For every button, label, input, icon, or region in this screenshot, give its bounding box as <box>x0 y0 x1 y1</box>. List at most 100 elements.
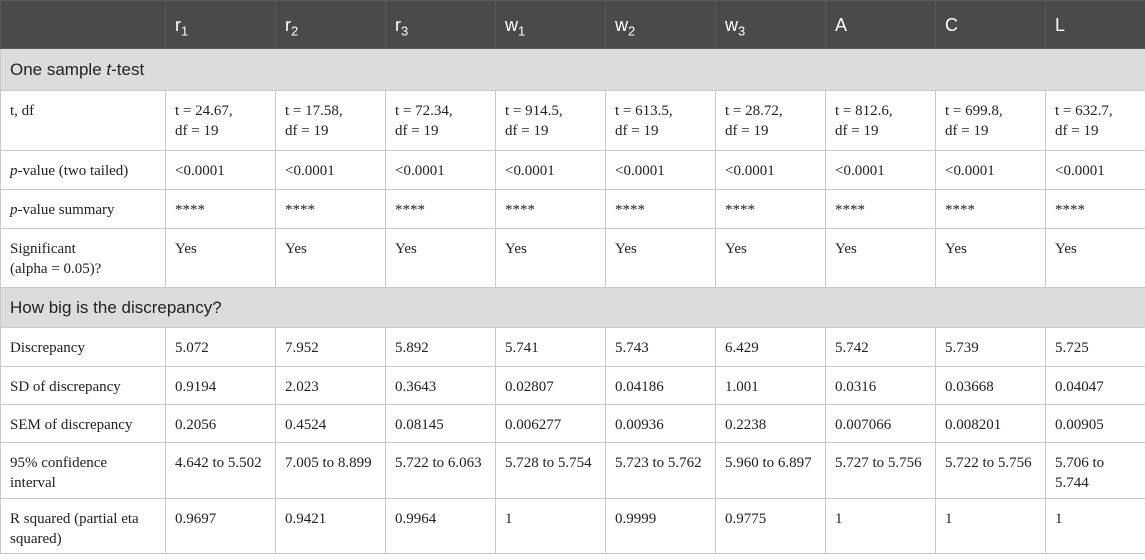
table-cell: 0.08145 <box>385 404 496 443</box>
table-cell: 0.9999 <box>605 498 716 554</box>
results-table: r1 r2 r3 w1 w2 w3 A C L One sample t-tes… <box>0 0 1145 554</box>
table-cell: 0.9964 <box>385 498 496 554</box>
table-cell: <0.0001 <box>385 150 496 190</box>
header-col: A <box>825 0 936 49</box>
table-cell: t = 72.34, df = 19 <box>385 90 496 151</box>
table-cell: 5.072 <box>165 327 276 367</box>
header-col: r2 <box>275 0 386 49</box>
table-cell: <0.0001 <box>275 150 386 190</box>
table-cell: Yes <box>385 228 496 288</box>
table-cell: t = 28.72, df = 19 <box>715 90 826 151</box>
table-row: p-value (two tailed) <0.0001 <0.0001 <0.… <box>0 150 1145 190</box>
table-cell: 5.728 to 5.754 <box>495 442 606 499</box>
table-cell: Yes <box>1045 228 1145 288</box>
table-cell: 5.739 <box>935 327 1046 367</box>
table-cell: <0.0001 <box>825 150 936 190</box>
table-cell: Yes <box>275 228 386 288</box>
table-cell: 5.960 to 6.897 <box>715 442 826 499</box>
table-cell: 0.4524 <box>275 404 386 443</box>
table-cell: <0.0001 <box>165 150 276 190</box>
table-cell: 1 <box>935 498 1046 554</box>
table-row: t, df t = 24.67, df = 19 t = 17.58, df = 1… <box>0 90 1145 151</box>
table-cell: 7.005 to 8.899 <box>275 442 386 499</box>
table-cell: 5.727 to 5.756 <box>825 442 936 499</box>
table-cell: 0.9194 <box>165 366 276 405</box>
table-cell: <0.0001 <box>1045 150 1145 190</box>
table-row: SD of discrepancy 0.9194 2.023 0.3643 0.… <box>0 366 1145 405</box>
header-col: r1 <box>165 0 276 49</box>
table-cell: **** <box>1045 189 1145 229</box>
table-cell: <0.0001 <box>935 150 1046 190</box>
table-cell: <0.0001 <box>605 150 716 190</box>
table-cell: 2.023 <box>275 366 386 405</box>
row-label: p-value (two tailed) <box>0 150 166 190</box>
table-cell: 1 <box>495 498 606 554</box>
table-cell: **** <box>825 189 936 229</box>
table-cell: 0.006277 <box>495 404 606 443</box>
table-cell: 0.3643 <box>385 366 496 405</box>
table-row: Significant (alpha = 0.05)? Yes Yes Yes Y… <box>0 228 1145 288</box>
row-label: SD of discrepancy <box>0 366 166 405</box>
table-cell: 0.00905 <box>1045 404 1145 443</box>
table-cell: 5.741 <box>495 327 606 367</box>
table-row: 95% confidence interval 4.642 to 5.502 7.… <box>0 442 1145 499</box>
table-cell: Yes <box>605 228 716 288</box>
table-cell: t = 632.7, df = 19 <box>1045 90 1145 151</box>
table-cell: **** <box>605 189 716 229</box>
header-col: r3 <box>385 0 496 49</box>
row-label: t, df <box>0 90 166 151</box>
header-col: w3 <box>715 0 826 49</box>
table-cell: 5.743 <box>605 327 716 367</box>
row-label: Significant (alpha = 0.05)? <box>0 228 166 288</box>
table-cell: t = 24.67, df = 19 <box>165 90 276 151</box>
table-cell: 0.9421 <box>275 498 386 554</box>
header-col: w2 <box>605 0 716 49</box>
table-cell: Yes <box>495 228 606 288</box>
table-cell: 5.725 <box>1045 327 1145 367</box>
table-cell: 5.706 to 5.744 <box>1045 442 1145 499</box>
table-cell: 0.03668 <box>935 366 1046 405</box>
table-cell: 0.02807 <box>495 366 606 405</box>
table-cell: **** <box>275 189 386 229</box>
header-col: L <box>1045 0 1145 49</box>
table-cell: 7.952 <box>275 327 386 367</box>
table-cell: **** <box>385 189 496 229</box>
table-cell: 0.04186 <box>605 366 716 405</box>
table-cell: **** <box>935 189 1046 229</box>
table-cell: 0.0316 <box>825 366 936 405</box>
table-cell: 0.2238 <box>715 404 826 443</box>
table-cell: 5.722 to 6.063 <box>385 442 496 499</box>
header-col: w1 <box>495 0 606 49</box>
table-row: SEM of discrepancy 0.2056 0.4524 0.08145… <box>0 404 1145 443</box>
table-cell: **** <box>495 189 606 229</box>
section-heading: One sample t-test <box>0 48 1145 91</box>
header-corner <box>0 0 166 49</box>
table-row: R squared (partial eta squared) 0.9697 0.… <box>0 498 1145 554</box>
row-label: p-value summary <box>0 189 166 229</box>
table-cell: 0.00936 <box>605 404 716 443</box>
table-cell: t = 17.58, df = 19 <box>275 90 386 151</box>
table-cell: Yes <box>715 228 826 288</box>
table-cell: Yes <box>165 228 276 288</box>
table-cell: 1.001 <box>715 366 826 405</box>
table-cell: <0.0001 <box>495 150 606 190</box>
table-cell: t = 812.6, df = 19 <box>825 90 936 151</box>
table-cell: 5.892 <box>385 327 496 367</box>
table-cell: <0.0001 <box>715 150 826 190</box>
table-cell: 0.9775 <box>715 498 826 554</box>
table-cell: t = 914.5, df = 19 <box>495 90 606 151</box>
table-cell: 6.429 <box>715 327 826 367</box>
row-label: Discrepancy <box>0 327 166 367</box>
table-cell: 5.723 to 5.762 <box>605 442 716 499</box>
table-cell: **** <box>165 189 276 229</box>
table-cell: 0.008201 <box>935 404 1046 443</box>
header-row: r1 r2 r3 w1 w2 w3 A C L <box>0 0 1145 49</box>
table-cell: 5.742 <box>825 327 936 367</box>
table-cell: 0.04047 <box>1045 366 1145 405</box>
section-row-t-test: One sample t-test <box>0 48 1145 91</box>
table-cell: t = 699.8, df = 19 <box>935 90 1046 151</box>
table-cell: 5.722 to 5.756 <box>935 442 1046 499</box>
table-row: Discrepancy 5.072 7.952 5.892 5.741 5.74… <box>0 327 1145 367</box>
table-cell: t = 613.5, df = 19 <box>605 90 716 151</box>
row-label: SEM of discrepancy <box>0 404 166 443</box>
